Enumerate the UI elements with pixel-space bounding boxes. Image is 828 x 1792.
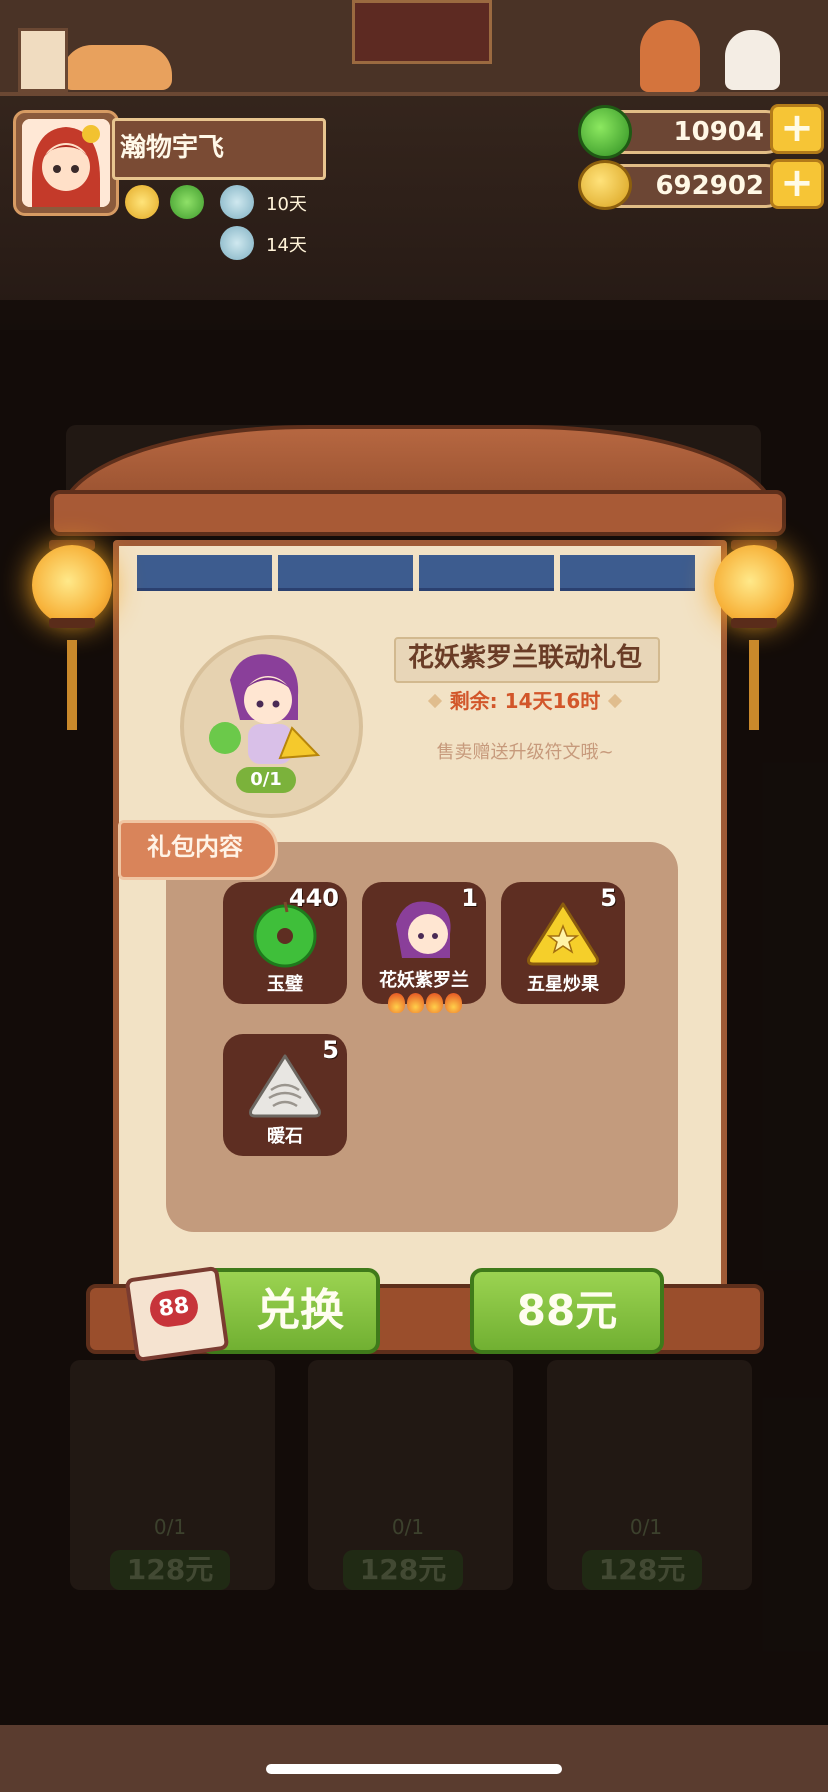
package-title: 花妖紫罗兰联动礼包: [407, 643, 642, 673]
item-name: 暖石: [267, 1126, 303, 1147]
item-tile-jade[interactable]: 440 玉璧: [223, 882, 347, 1004]
buff-duration-label: 14天: [266, 235, 307, 256]
add-gold-button[interactable]: +: [770, 159, 824, 209]
buff-duration-label: 10天: [266, 194, 307, 215]
jade-amount: 10904: [673, 117, 764, 147]
item-name: 玉璧: [267, 974, 303, 995]
star-rating: [388, 993, 464, 1015]
add-jade-button[interactable]: +: [770, 104, 824, 154]
home-indicator[interactable]: [266, 1764, 562, 1774]
item-quantity: 440: [288, 884, 339, 912]
lantern-tassel: [749, 640, 759, 730]
food-plate-boost-icon[interactable]: [220, 226, 254, 260]
food-plate-boost-icon[interactable]: [220, 185, 254, 219]
item-name: 五星炒果: [527, 974, 599, 995]
flame-star-icon: [426, 993, 443, 1013]
item-quantity: 1: [461, 884, 478, 912]
flame-star-icon: [407, 993, 424, 1013]
package-note: 售卖赠送升级符文哦~: [436, 742, 614, 763]
white-cat-figurine-right: [725, 30, 780, 90]
warm-stone-icon: [249, 1054, 321, 1118]
violet-character-icon: [396, 901, 451, 958]
lantern-cap: [49, 618, 95, 628]
item-quantity: 5: [600, 884, 617, 912]
portrait-purchase-count: 0/1: [236, 767, 296, 793]
avatar-portrait-icon: [22, 119, 110, 207]
gold-amount: 692902: [655, 171, 764, 201]
picture-frame-left: [18, 28, 68, 92]
price-label: 88元: [516, 1286, 618, 1335]
violet-character-icon: [209, 654, 321, 764]
player-name: 瀚物宇飞: [120, 133, 225, 163]
wall-scroll-painting: [352, 0, 492, 64]
item-quantity: 5: [322, 1036, 339, 1064]
violet-character-portrait[interactable]: [200, 650, 330, 775]
item-tile-star-fruit[interactable]: 5 五星炒果: [501, 882, 625, 1004]
lantern-tassel: [67, 640, 77, 730]
boy-figurine-right: [640, 20, 700, 92]
star-fruit-icon: [527, 902, 599, 966]
popup-curtain: [137, 555, 695, 591]
item-tile-violet-character[interactable]: 1 花妖紫罗兰: [362, 882, 486, 1004]
lantern-right: [714, 545, 794, 625]
cat-figurine-left: [62, 45, 172, 90]
jade-boost-icon[interactable]: [170, 185, 204, 219]
avatar[interactable]: [22, 119, 110, 207]
contents-tab-label: 礼包内容: [147, 833, 243, 861]
lantern-left: [32, 545, 112, 625]
item-name: 花妖紫罗兰: [379, 970, 469, 991]
buy-button[interactable]: 88元: [470, 1268, 664, 1354]
exchange-label: 兑换: [256, 1285, 344, 1336]
lantern-cap: [731, 618, 777, 628]
flame-star-icon: [445, 993, 462, 1013]
gold-coin-boost-icon[interactable]: [125, 185, 159, 219]
bottom-nav-bar: [0, 1725, 828, 1792]
flame-star-icon: [388, 993, 405, 1013]
item-tile-warm-stone[interactable]: 5 暖石: [223, 1034, 347, 1156]
popup-roof-beam: [50, 490, 786, 536]
